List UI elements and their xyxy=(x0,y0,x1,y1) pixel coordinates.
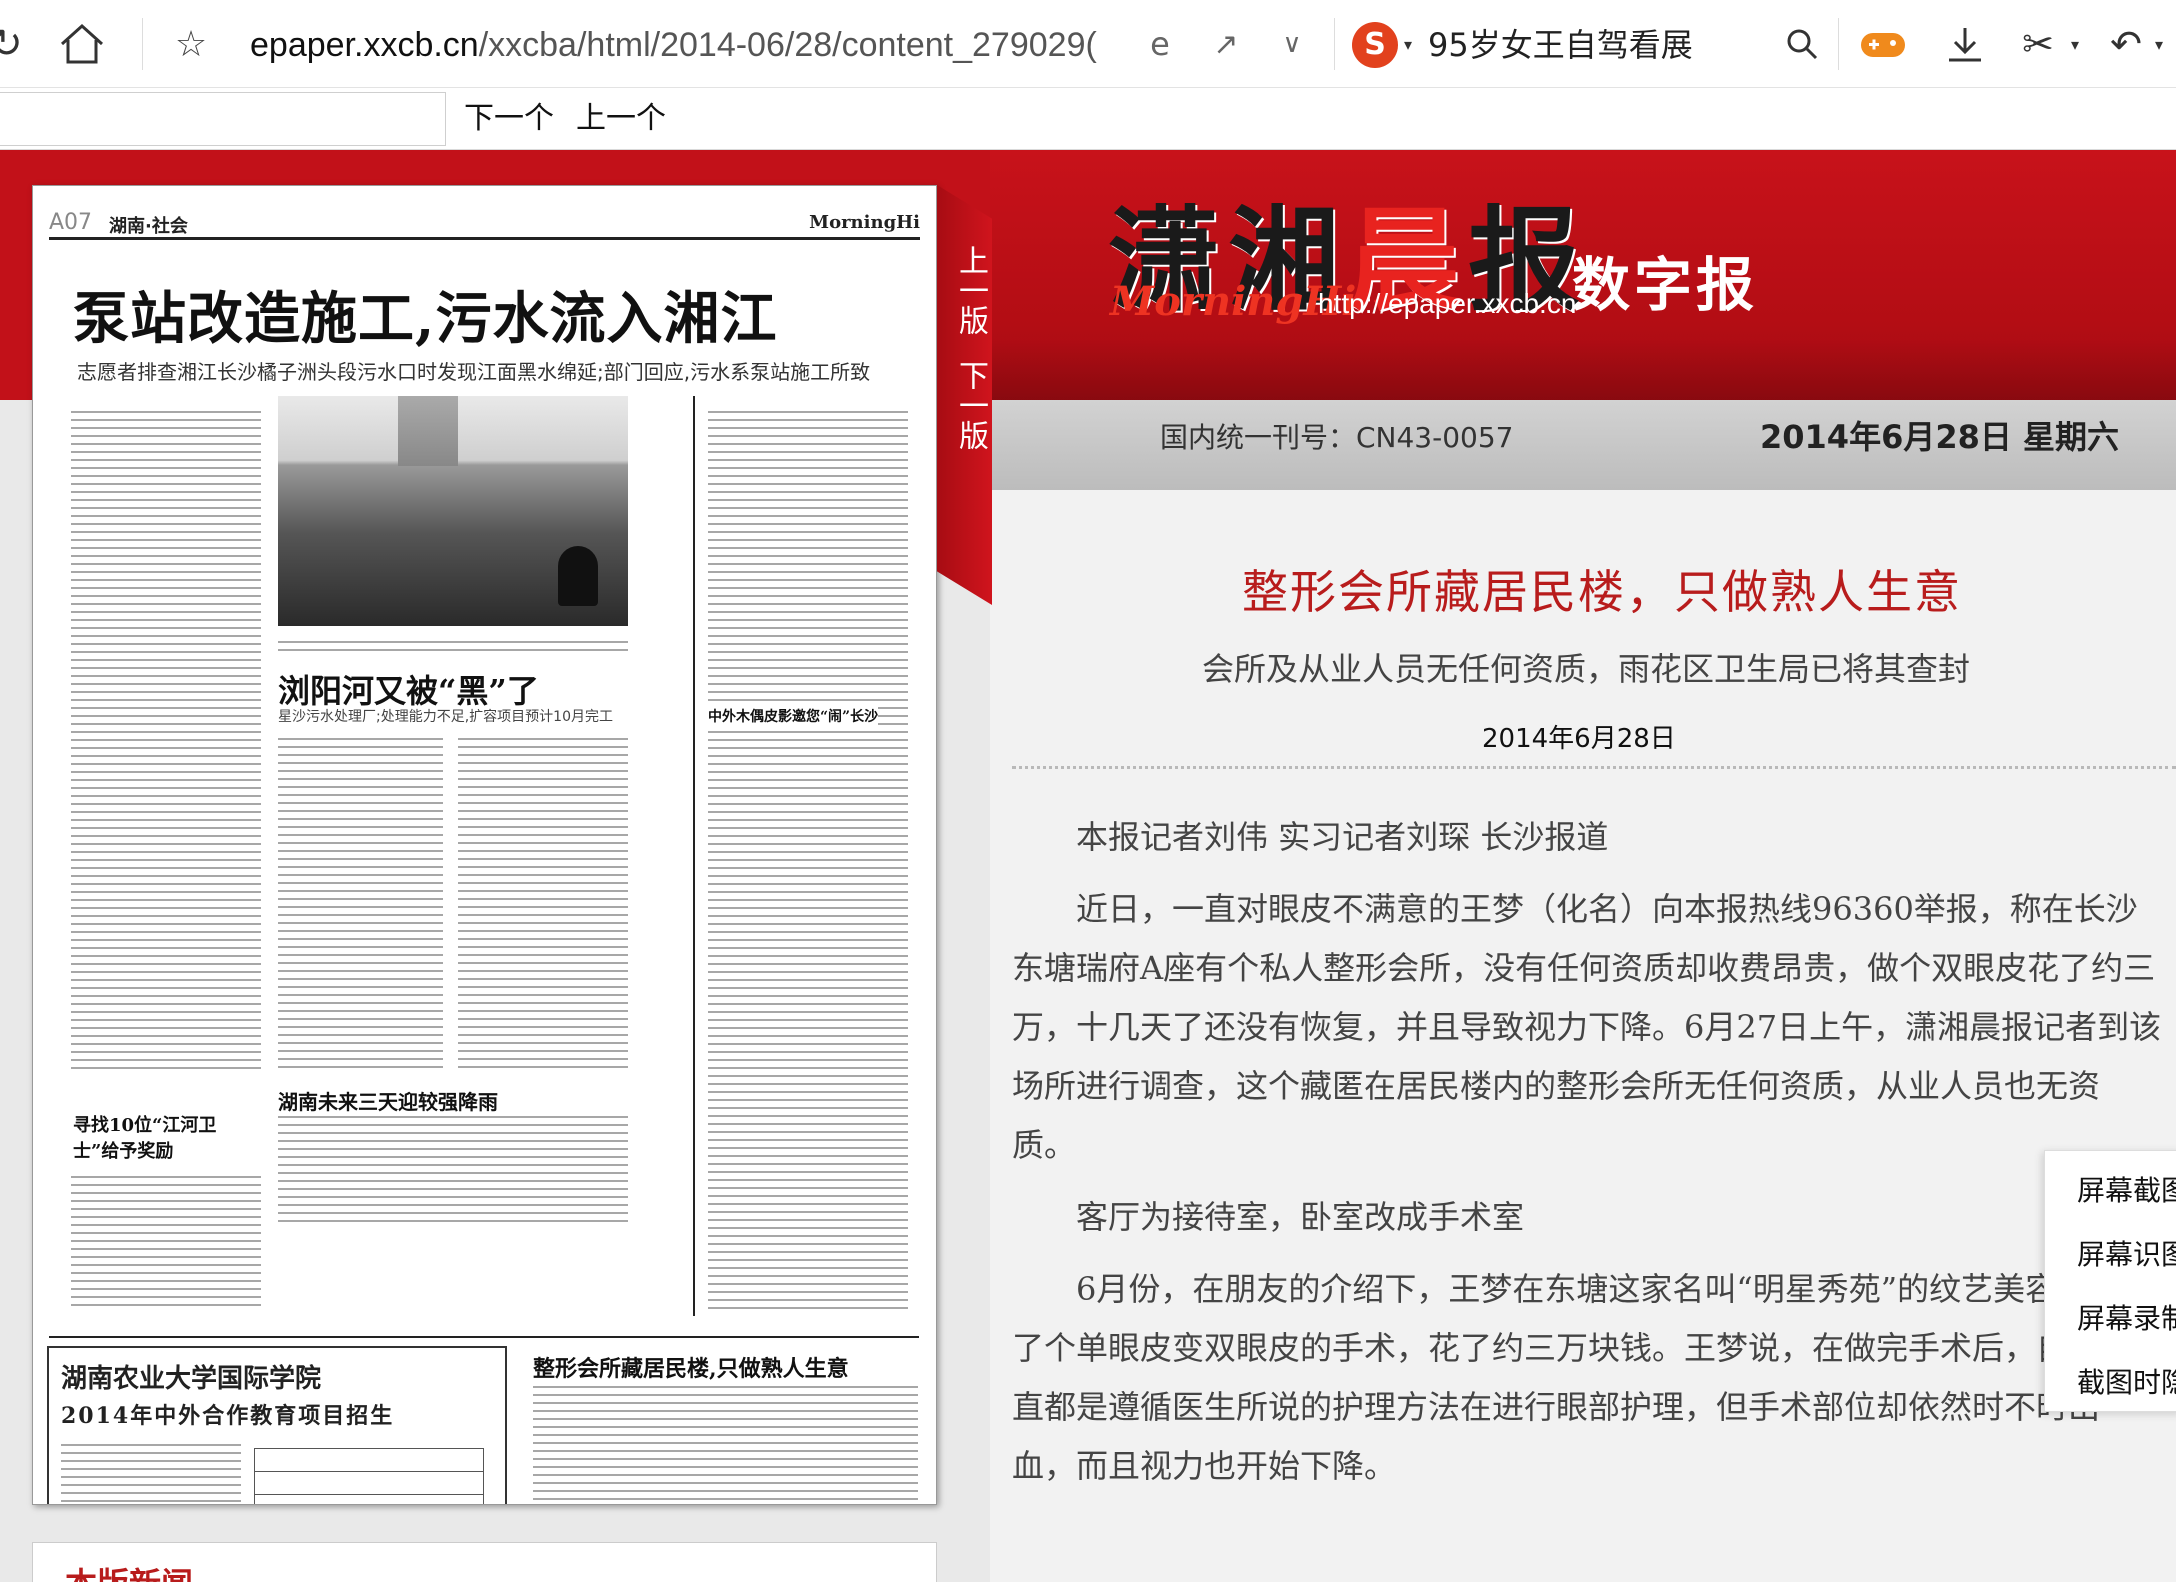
browser-toolbar: ↻ ☆ epaper.xxcb.cn/xxcba/html/2014-06/28… xyxy=(0,0,2176,88)
screenshot-context-menu: 屏幕截图 屏幕识图 屏幕录制 截图时隐 xyxy=(2044,1150,2176,1412)
page-news-title: 本版新闻 xyxy=(65,1559,193,1582)
prev-page-link[interactable]: 上一版 xyxy=(953,245,990,335)
chevron-down-icon[interactable]: ∨ xyxy=(1272,14,1312,74)
article-byline: 本报记者刘伟 实习记者刘琛 长沙报道 xyxy=(1076,818,1609,856)
article-date: 2014年6月28日 xyxy=(1482,724,1676,754)
search-box[interactable]: 95岁女王自驾看展 xyxy=(1428,20,1693,70)
url-path: /xxcba/html/2014-06/28/content_279029( xyxy=(478,26,1097,64)
story-headline[interactable]: 寻找10位“江河卫士”给予奖励 xyxy=(73,1111,253,1163)
text-column xyxy=(533,1386,918,1504)
river-photo[interactable] xyxy=(278,396,628,626)
story-headline[interactable]: 整形会所藏居民楼,只做熟人生意 xyxy=(533,1351,849,1383)
home-icon[interactable] xyxy=(52,14,112,74)
ie-engine-icon[interactable]: e xyxy=(1140,14,1180,74)
text-column xyxy=(278,1116,628,1226)
undo-icon[interactable]: ↶ xyxy=(2106,14,2146,74)
story-subhead: 星沙污水处理厂;处理能力不足,扩容项目预计10月完工 xyxy=(278,709,613,725)
text-column xyxy=(458,738,628,1068)
article-divider xyxy=(1012,766,2176,769)
newspaper-page-thumbnail[interactable]: A07 湖南·社会 MorningHi 泵站改造施工,污水流入湘江 志愿者排查湘… xyxy=(32,185,937,1505)
ad-subtitle: 2014年中外合作教育项目招生 xyxy=(61,1403,395,1429)
article-subtitle: 会所及从业人员无任何资质，雨花区卫生局已将其查封 xyxy=(1202,650,1971,688)
menu-item-screenshot[interactable]: 屏幕截图 xyxy=(2077,1169,2176,1209)
refresh-icon[interactable]: ↻ xyxy=(0,14,26,74)
paper-headline[interactable]: 泵站改造施工,污水流入湘江 xyxy=(73,274,778,355)
paper-subhead: 志愿者排查湘江长沙橘子洲头段污水口时发现江面黑水绵延;部门回应,污水系泵站施工所… xyxy=(77,360,871,384)
article-paragraph: 6月份，在朋友的介绍下，王梦在东塘这家名叫“明星秀苑”的纹艺美容会所做了个单眼皮… xyxy=(1012,1270,2154,1485)
page-section: 湖南·社会 xyxy=(109,216,188,237)
scissors-dropdown-icon[interactable]: ▾ xyxy=(2066,14,2084,74)
scissors-icon[interactable]: ✂ xyxy=(2018,14,2058,74)
text-column xyxy=(71,1176,261,1306)
text-column xyxy=(71,411,261,1071)
issue-date: 2014年6月28日 星期六 xyxy=(1760,418,2120,456)
article-paragraph: 近日，一直对眼皮不满意的王梦（化名）向本报热线96360举报，称在长沙东塘瑞府A… xyxy=(1012,890,2162,1164)
issn-label: 国内统一刊号：CN43-0057 xyxy=(1160,421,1514,454)
menu-item-screen-record[interactable]: 屏幕录制 xyxy=(2077,1297,2176,1337)
undo-dropdown-icon[interactable]: ▾ xyxy=(2150,14,2168,74)
next-page-link[interactable]: 下一版 xyxy=(953,360,990,450)
ad-table xyxy=(254,1448,484,1504)
article-section-heading: 客厅为接待室，卧室改成手术室 xyxy=(1076,1198,1525,1236)
epaper-page: A07 湖南·社会 MorningHi 泵站改造施工,污水流入湘江 志愿者排查湘… xyxy=(0,150,2176,1582)
article-body: 本报记者刘伟 实习记者刘琛 长沙报道 近日，一直对眼皮不满意的王梦（化名）向本报… xyxy=(1012,808,2162,1509)
engine-dropdown-icon[interactable]: ▾ xyxy=(1398,14,1418,74)
download-icon[interactable] xyxy=(1940,14,1990,74)
menu-item-image-recognition[interactable]: 屏幕识图 xyxy=(2077,1233,2176,1273)
paper-header: A07 湖南·社会 MorningHi xyxy=(49,210,920,240)
find-input[interactable] xyxy=(0,92,446,146)
text-column xyxy=(278,738,443,1068)
text-column xyxy=(278,641,628,655)
page-news-box: 本版新闻 xyxy=(32,1542,937,1582)
section-rule xyxy=(49,1336,919,1338)
article-title: 整形会所藏居民楼，只做熟人生意 xyxy=(1242,565,1962,619)
story-headline[interactable]: 湖南未来三天迎较强降雨 xyxy=(278,1086,498,1115)
find-prev-button[interactable]: 上一个 xyxy=(576,96,666,142)
toolbar-separator xyxy=(142,18,143,70)
text-column xyxy=(708,411,908,1311)
paper-brand: MorningHi xyxy=(809,212,920,233)
url-host: epaper.xxcb.cn xyxy=(250,26,479,64)
sogou-search-icon[interactable]: S xyxy=(1352,22,1398,68)
masthead-digital-label: 数字报 xyxy=(1572,251,1759,319)
ad-title: 湖南农业大学国际学院 xyxy=(61,1364,322,1394)
column-rule xyxy=(693,396,695,1316)
toolbar-separator xyxy=(1838,18,1839,70)
masthead-url: http://epaper.xxcb.cn xyxy=(1318,288,1577,319)
university-ad[interactable]: 湖南农业大学国际学院 2014年中外合作教育项目招生 xyxy=(47,1346,507,1504)
search-icon[interactable] xyxy=(1782,14,1822,74)
menu-item-hide-on-capture[interactable]: 截图时隐 xyxy=(2077,1361,2176,1401)
share-icon[interactable]: ↗ xyxy=(1206,14,1246,74)
find-next-button[interactable]: 下一个 xyxy=(464,96,554,142)
game-controller-icon[interactable] xyxy=(1858,14,1908,74)
find-bar: 下一个 上一个 xyxy=(0,88,2176,150)
toolbar-separator xyxy=(1334,18,1335,70)
text-column xyxy=(61,1444,241,1504)
page-number: A07 xyxy=(49,210,93,235)
star-icon[interactable]: ☆ xyxy=(166,14,216,74)
story-headline[interactable]: 中外木偶皮影邀您“闹”长沙 xyxy=(708,706,879,726)
address-bar[interactable]: epaper.xxcb.cn/xxcba/html/2014-06/28/con… xyxy=(250,20,1100,70)
